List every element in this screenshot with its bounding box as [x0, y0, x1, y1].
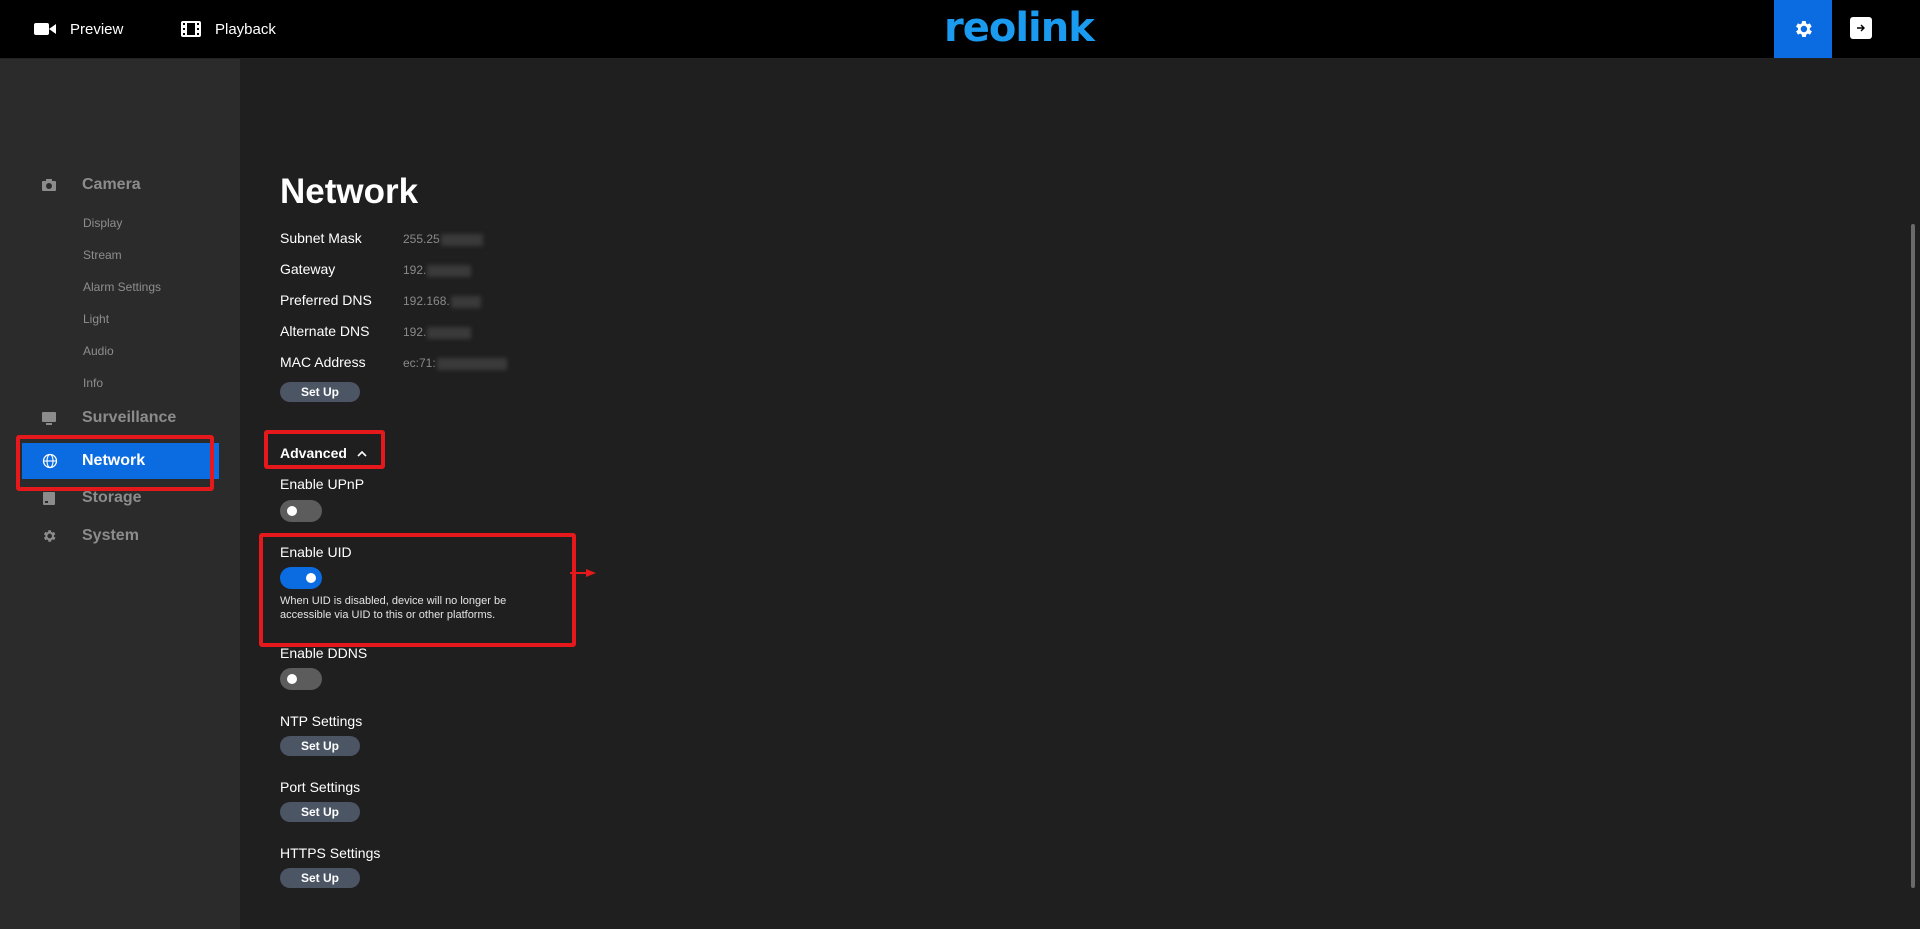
film-icon: [181, 21, 201, 37]
advanced-label: Advanced: [280, 445, 347, 461]
sidebar-item-camera[interactable]: Camera: [0, 168, 240, 202]
uid-note: When UID is disabled, device will no lon…: [280, 595, 507, 621]
https-settings-label: HTTPS Settings: [280, 845, 381, 861]
https-setup-button[interactable]: Set Up: [280, 868, 360, 888]
field-label: Subnet Mask: [280, 230, 362, 246]
toggle-knob: [306, 573, 316, 583]
field-label: MAC Address: [280, 354, 366, 370]
sidebar-sub-audio[interactable]: Audio: [83, 344, 114, 358]
port-settings-label: Port Settings: [280, 779, 361, 795]
sidebar-sub-stream[interactable]: Stream: [83, 248, 122, 262]
sidebar-sub-light[interactable]: Light: [83, 312, 109, 326]
sidebar-item-label: Storage: [82, 489, 142, 506]
sidebar-sub-info[interactable]: Info: [83, 376, 103, 390]
gear-icon: [43, 530, 56, 542]
main-content: Network Subnet Mask 255.25 Gateway 192. …: [240, 59, 1920, 929]
sidebar-sub-display[interactable]: Display: [83, 216, 122, 230]
arrow-annotation-icon: [570, 569, 596, 577]
field-value: 192.: [403, 325, 472, 339]
port-setup-button[interactable]: Set Up: [280, 802, 360, 822]
sidebar-item-label: Camera: [82, 176, 141, 193]
sidebar-item-label: Network: [82, 452, 146, 469]
monitor-icon: [42, 412, 56, 425]
storage-icon: [43, 492, 55, 505]
uid-label: Enable UID: [280, 544, 352, 560]
page-title: Network: [280, 172, 419, 211]
upnp-toggle[interactable]: [280, 500, 322, 522]
toggle-knob: [287, 674, 297, 684]
setup-button[interactable]: Set Up: [280, 382, 360, 402]
sidebar-item-label: Surveillance: [82, 409, 177, 426]
redaction-blur: [436, 357, 507, 370]
logout-icon: [1857, 24, 1865, 32]
field-label: Gateway: [280, 261, 336, 277]
field-value: 255.25: [403, 232, 483, 246]
redaction-blur: [427, 326, 472, 339]
field-value: 192.: [403, 263, 472, 277]
preview-nav[interactable]: Preview: [34, 0, 123, 58]
field-label: Preferred DNS: [280, 292, 372, 308]
logout-button[interactable]: [1850, 17, 1872, 39]
field-value: 192.168.: [403, 294, 481, 308]
playback-label: Playback: [215, 20, 276, 38]
sidebar-item-label: System: [82, 527, 139, 544]
upnp-label: Enable UPnP: [280, 476, 365, 492]
alternate-dns-value: 192.: [403, 325, 427, 339]
sidebar-item-system[interactable]: System: [0, 519, 240, 553]
mac-address-value: ec:71:: [403, 356, 436, 370]
redaction-blur: [440, 233, 483, 246]
uid-toggle[interactable]: [280, 567, 322, 589]
preferred-dns-value: 192.168.: [403, 294, 450, 308]
globe-icon: [42, 453, 58, 469]
video-camera-icon: [34, 23, 56, 35]
sidebar-item-surveillance[interactable]: Surveillance: [0, 401, 240, 435]
preview-label: Preview: [70, 20, 124, 38]
redaction-blur: [450, 295, 481, 308]
reolink-logo: reolink: [944, 5, 1095, 51]
field-value: ec:71:: [403, 356, 507, 370]
subnet-mask-value: 255.25: [403, 232, 440, 246]
playback-nav[interactable]: Playback: [181, 0, 276, 58]
sidebar-item-storage[interactable]: Storage: [0, 481, 240, 515]
advanced-toggle[interactable]: Advanced: [280, 445, 367, 461]
gateway-value: 192.: [403, 263, 427, 277]
ntp-setup-button[interactable]: Set Up: [280, 736, 360, 756]
field-label: Alternate DNS: [280, 323, 370, 339]
sidebar-sub-alarm-settings[interactable]: Alarm Settings: [83, 280, 161, 294]
scrollbar[interactable]: [1911, 224, 1915, 888]
ddns-toggle[interactable]: [280, 668, 322, 690]
redaction-blur: [427, 264, 472, 277]
toggle-knob: [287, 506, 297, 516]
sidebar: Camera Display Stream Alarm Settings Lig…: [0, 59, 240, 929]
top-bar: Preview Playback reolink: [0, 0, 1920, 59]
chevron-up-icon: [357, 450, 367, 457]
ntp-settings-label: NTP Settings: [280, 713, 363, 729]
settings-button[interactable]: [1774, 0, 1832, 58]
camera-icon: [42, 179, 56, 191]
ddns-label: Enable DDNS: [280, 645, 368, 661]
gear-icon: [1796, 21, 1812, 37]
sidebar-item-network[interactable]: Network: [22, 443, 219, 479]
